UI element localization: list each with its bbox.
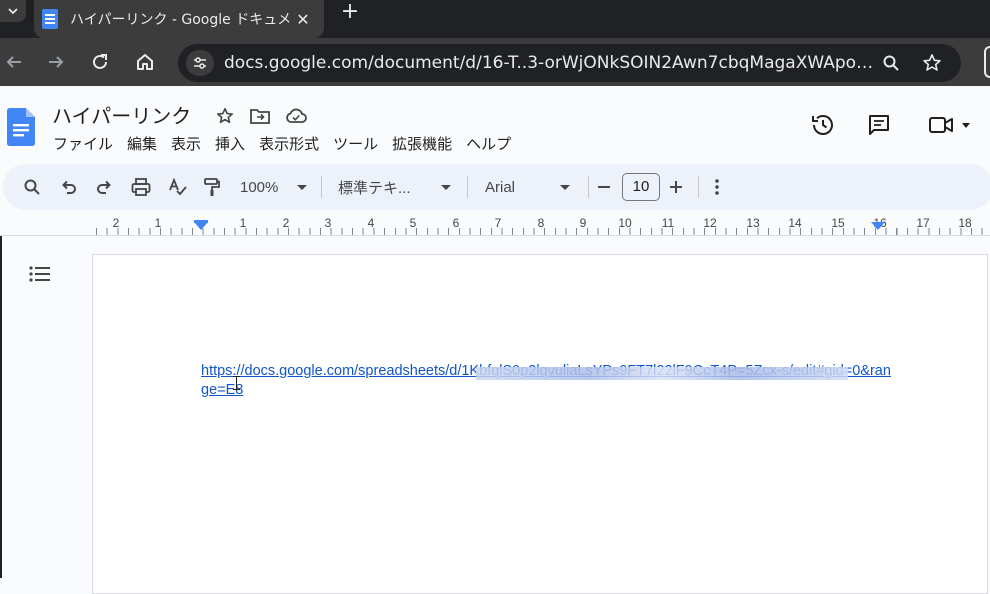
ruler-ticks	[96, 228, 986, 235]
home-icon	[137, 54, 153, 70]
comments-button[interactable]	[866, 112, 892, 138]
tab-search-button[interactable]	[0, 0, 26, 22]
home-button[interactable]	[131, 48, 159, 76]
zoom-select[interactable]: 100%	[240, 176, 310, 198]
undo-button[interactable]	[57, 175, 81, 199]
browser-nav-bar: docs.google.com/document/d/16-T..3-orWjO…	[0, 38, 990, 86]
text-cursor-icon	[233, 376, 240, 390]
font-family-select[interactable]: Arial	[485, 176, 577, 198]
back-button[interactable]	[0, 48, 28, 76]
menu-format[interactable]: 表示形式	[252, 133, 326, 155]
search-icon	[24, 179, 40, 195]
menu-edit[interactable]: 編集	[120, 133, 164, 155]
caret-down-icon	[297, 184, 307, 190]
menu-view[interactable]: 表示	[164, 133, 208, 155]
folder-move-icon	[250, 109, 270, 124]
menu-insert[interactable]: 挿入	[208, 133, 252, 155]
paint-roller-icon	[204, 178, 220, 196]
tune-icon	[194, 57, 206, 69]
toolbar-divider	[321, 176, 322, 198]
search-icon	[883, 55, 899, 71]
menu-extensions[interactable]: 拡張機能	[385, 133, 459, 155]
reload-button[interactable]	[86, 48, 114, 76]
left-indent-marker[interactable]	[194, 222, 208, 230]
font-family-value: Arial	[485, 178, 516, 196]
right-indent-marker[interactable]	[871, 222, 885, 230]
zoom-button[interactable]	[880, 52, 902, 74]
list-icon	[29, 266, 50, 282]
arrow-right-icon	[49, 56, 64, 68]
cloud-done-icon	[286, 108, 307, 123]
version-history-button[interactable]	[810, 112, 836, 138]
paragraph-style-select[interactable]: 標準テキ...	[338, 176, 456, 198]
menu-help[interactable]: ヘルプ	[459, 133, 518, 155]
star-icon	[216, 107, 234, 124]
window-edge	[0, 236, 2, 578]
decrease-font-size-button[interactable]	[592, 175, 616, 199]
menu-tools[interactable]: ツール	[326, 133, 385, 155]
comment-icon	[869, 115, 889, 135]
spellcheck-icon	[169, 178, 187, 196]
star-icon	[923, 54, 941, 71]
side-panel-icon[interactable]	[984, 46, 990, 78]
paint-format-button[interactable]	[200, 175, 224, 199]
save-status-button[interactable]	[285, 105, 307, 127]
document-title[interactable]: ハイパーリンク	[52, 100, 191, 129]
zoom-value: 100%	[240, 178, 279, 196]
tab-title: ハイパーリンク - Google ドキュメント	[70, 12, 292, 28]
print-button[interactable]	[129, 175, 153, 199]
url-text[interactable]: docs.google.com/document/d/16-T..3-orWjO…	[224, 53, 876, 73]
toolbar-divider	[467, 176, 468, 198]
star-button[interactable]	[214, 105, 236, 127]
toolbar-divider	[698, 176, 699, 198]
menu-bar: ファイル 編集 表示 挿入 表示形式 ツール 拡張機能 ヘルプ	[46, 133, 518, 155]
redacted-link-segment	[476, 367, 848, 380]
docs-favicon-icon	[42, 9, 58, 29]
meet-button[interactable]	[926, 112, 974, 138]
menu-file[interactable]: ファイル	[46, 133, 120, 155]
plus-icon	[670, 181, 682, 193]
reload-icon	[93, 54, 107, 69]
browser-tab-bar: ハイパーリンク - Google ドキュメント ✕ +	[0, 0, 990, 38]
formatting-toolbar: 100% 標準テキ... Arial 10	[3, 164, 990, 210]
paragraph-style-value: 標準テキ...	[338, 179, 411, 197]
tab-close-icon[interactable]: ✕	[292, 10, 314, 29]
google-docs-logo-icon[interactable]	[7, 108, 35, 146]
bookmark-button[interactable]	[921, 52, 943, 74]
undo-icon	[62, 180, 76, 194]
increase-font-size-button[interactable]	[664, 175, 688, 199]
spelling-check-button[interactable]	[166, 175, 190, 199]
address-bar[interactable]: docs.google.com/document/d/16-T..3-orWjO…	[178, 44, 961, 82]
arrow-left-icon	[6, 56, 21, 68]
toolbar-divider	[588, 176, 589, 198]
video-camera-icon	[929, 117, 953, 133]
search-menus-button[interactable]	[20, 175, 44, 199]
forward-button[interactable]	[42, 48, 70, 76]
document-outline-button[interactable]	[28, 262, 52, 286]
minus-icon	[598, 186, 610, 188]
font-size-input[interactable]: 10	[622, 173, 660, 201]
printer-icon	[131, 178, 151, 196]
browser-tab-active[interactable]: ハイパーリンク - Google ドキュメント ✕	[34, 0, 324, 38]
caret-down-icon	[560, 184, 570, 190]
caret-down-icon	[441, 184, 451, 190]
more-vert-icon	[715, 179, 719, 195]
chevron-down-icon	[8, 8, 18, 15]
site-info-button[interactable]	[186, 50, 214, 76]
move-button[interactable]	[249, 105, 271, 127]
history-icon	[812, 115, 833, 135]
more-options-button[interactable]	[705, 175, 729, 199]
new-tab-button[interactable]: +	[336, 0, 364, 24]
redo-button[interactable]	[92, 175, 116, 199]
redo-icon	[97, 180, 111, 194]
document-page[interactable]	[92, 254, 988, 594]
caret-down-icon	[962, 123, 970, 128]
